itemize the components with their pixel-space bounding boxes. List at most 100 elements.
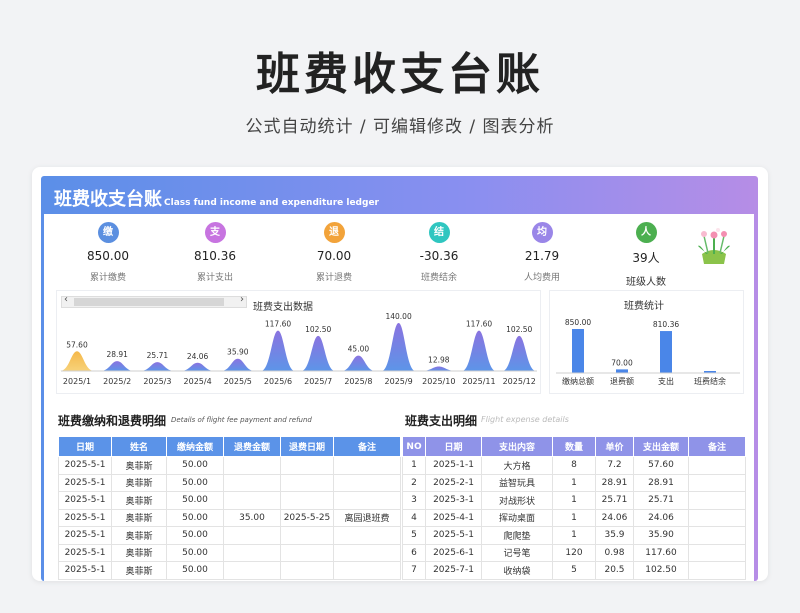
table-cell[interactable] bbox=[223, 526, 281, 545]
table-row[interactable]: 2025-5-1 奥菲斯 50.00 35.00 2025-5-25 离园退班费 bbox=[58, 508, 401, 527]
table-cell[interactable]: 2025-5-1 bbox=[58, 508, 112, 527]
table-cell[interactable] bbox=[223, 456, 281, 475]
table-cell[interactable]: 收纳袋 bbox=[481, 561, 553, 580]
table-row[interactable]: 5 2025-5-1 爬爬垫 1 35.9 35.90 bbox=[402, 526, 746, 545]
table-row[interactable]: 1 2025-1-1 大方格 8 7.2 57.60 bbox=[402, 456, 746, 475]
table-cell[interactable] bbox=[688, 456, 746, 475]
table-cell[interactable]: 2025-5-25 bbox=[280, 508, 334, 527]
table-cell[interactable]: 大方格 bbox=[481, 456, 553, 475]
table-cell[interactable]: 24.06 bbox=[633, 508, 689, 527]
table-cell[interactable] bbox=[223, 543, 281, 562]
column-header[interactable]: 支出内容 bbox=[481, 436, 553, 457]
column-header[interactable]: 备注 bbox=[333, 436, 401, 457]
column-header[interactable]: 缴纳金额 bbox=[166, 436, 224, 457]
column-header[interactable]: 退费日期 bbox=[280, 436, 334, 457]
table-row[interactable]: 2 2025-2-1 益智玩具 1 28.91 28.91 bbox=[402, 473, 746, 492]
table-cell[interactable]: 益智玩具 bbox=[481, 473, 553, 492]
table-cell[interactable]: 2025-1-1 bbox=[425, 456, 482, 475]
table-cell[interactable]: 挥动桌面 bbox=[481, 508, 553, 527]
table-cell[interactable]: 2025-5-1 bbox=[58, 526, 112, 545]
table-cell[interactable] bbox=[333, 456, 401, 475]
table-cell[interactable]: 2025-5-1 bbox=[58, 473, 112, 492]
table-cell[interactable] bbox=[280, 491, 334, 510]
table-cell[interactable]: 1 bbox=[402, 456, 426, 475]
table-cell[interactable]: 离园退班费 bbox=[333, 508, 401, 527]
table-row[interactable]: 7 2025-7-1 收纳袋 5 20.5 102.50 bbox=[402, 561, 746, 580]
column-header[interactable]: 备注 bbox=[688, 436, 746, 457]
table-cell[interactable]: 50.00 bbox=[166, 543, 224, 562]
table-cell[interactable]: 奥菲斯 bbox=[111, 473, 167, 492]
column-header[interactable]: 姓名 bbox=[111, 436, 167, 457]
table-cell[interactable]: 50.00 bbox=[166, 561, 224, 580]
table-cell[interactable]: 35.90 bbox=[633, 526, 689, 545]
table-cell[interactable]: 2025-5-1 bbox=[58, 561, 112, 580]
table-cell[interactable] bbox=[333, 561, 401, 580]
table-row[interactable]: 2025-5-1 奥菲斯 50.00 bbox=[58, 561, 401, 580]
table-cell[interactable]: 2025-2-1 bbox=[425, 473, 482, 492]
table-cell[interactable]: 50.00 bbox=[166, 473, 224, 492]
table-cell[interactable]: 0.98 bbox=[595, 543, 634, 562]
table-row[interactable]: 4 2025-4-1 挥动桌面 1 24.06 24.06 bbox=[402, 508, 746, 527]
table-cell[interactable] bbox=[333, 491, 401, 510]
table-cell[interactable] bbox=[280, 543, 334, 562]
table-row[interactable]: 3 2025-3-1 对战形状 1 25.71 25.71 bbox=[402, 491, 746, 510]
table-row[interactable]: 2025-5-1 奥菲斯 50.00 bbox=[58, 491, 401, 510]
table-row[interactable]: 6 2025-6-1 记号笔 120 0.98 117.60 bbox=[402, 543, 746, 562]
table-cell[interactable] bbox=[333, 473, 401, 492]
table-cell[interactable]: 2025-3-1 bbox=[425, 491, 482, 510]
table-row[interactable]: 2025-5-1 奥菲斯 50.00 bbox=[58, 456, 401, 475]
table-cell[interactable]: 24.06 bbox=[595, 508, 634, 527]
table-cell[interactable]: 7 bbox=[402, 561, 426, 580]
table-cell[interactable]: 5 bbox=[402, 526, 426, 545]
table-cell[interactable]: 28.91 bbox=[633, 473, 689, 492]
table-cell[interactable]: 奥菲斯 bbox=[111, 543, 167, 562]
column-header[interactable]: 日期 bbox=[425, 436, 482, 457]
table-cell[interactable]: 2025-5-1 bbox=[58, 456, 112, 475]
table-cell[interactable]: 奥菲斯 bbox=[111, 491, 167, 510]
table-cell[interactable]: 奥菲斯 bbox=[111, 508, 167, 527]
table-cell[interactable] bbox=[688, 543, 746, 562]
table-cell[interactable]: 25.71 bbox=[595, 491, 634, 510]
table-cell[interactable]: 4 bbox=[402, 508, 426, 527]
table-cell[interactable]: 7.2 bbox=[595, 456, 634, 475]
table-cell[interactable]: 50.00 bbox=[166, 508, 224, 527]
column-header[interactable]: NO bbox=[402, 436, 426, 457]
table-cell[interactable]: 5 bbox=[552, 561, 596, 580]
table-cell[interactable] bbox=[688, 473, 746, 492]
table-cell[interactable]: 25.71 bbox=[633, 491, 689, 510]
table-cell[interactable]: 3 bbox=[402, 491, 426, 510]
column-header[interactable]: 单价 bbox=[595, 436, 634, 457]
table-cell[interactable] bbox=[333, 526, 401, 545]
table-cell[interactable]: 35.9 bbox=[595, 526, 634, 545]
table-cell[interactable]: 6 bbox=[402, 543, 426, 562]
column-header[interactable]: 退费金额 bbox=[223, 436, 281, 457]
table-cell[interactable]: 1 bbox=[552, 526, 596, 545]
table-cell[interactable]: 120 bbox=[552, 543, 596, 562]
table-cell[interactable]: 爬爬垫 bbox=[481, 526, 553, 545]
table-cell[interactable]: 2 bbox=[402, 473, 426, 492]
table-cell[interactable]: 102.50 bbox=[633, 561, 689, 580]
table-cell[interactable]: 50.00 bbox=[166, 456, 224, 475]
table-cell[interactable] bbox=[280, 456, 334, 475]
table-cell[interactable]: 2025-4-1 bbox=[425, 508, 482, 527]
table-row[interactable]: 2025-5-1 奥菲斯 50.00 bbox=[58, 543, 401, 562]
table-cell[interactable]: 8 bbox=[552, 456, 596, 475]
table-cell[interactable]: 50.00 bbox=[166, 491, 224, 510]
table-row[interactable]: 2025-5-1 奥菲斯 50.00 bbox=[58, 526, 401, 545]
table-cell[interactable] bbox=[280, 526, 334, 545]
table-cell[interactable] bbox=[688, 526, 746, 545]
table-cell[interactable]: 2025-6-1 bbox=[425, 543, 482, 562]
column-header[interactable]: 支出金额 bbox=[633, 436, 689, 457]
table-row[interactable]: 2025-5-1 奥菲斯 50.00 bbox=[58, 473, 401, 492]
table-cell[interactable] bbox=[223, 491, 281, 510]
table-cell[interactable]: 1 bbox=[552, 491, 596, 510]
column-header[interactable]: 日期 bbox=[58, 436, 112, 457]
table-cell[interactable]: 2025-7-1 bbox=[425, 561, 482, 580]
table-cell[interactable]: 1 bbox=[552, 508, 596, 527]
table-cell[interactable] bbox=[688, 508, 746, 527]
table-cell[interactable] bbox=[688, 561, 746, 580]
table-cell[interactable]: 2025-5-1 bbox=[58, 543, 112, 562]
table-cell[interactable]: 1 bbox=[552, 473, 596, 492]
table-cell[interactable]: 对战形状 bbox=[481, 491, 553, 510]
table-cell[interactable]: 35.00 bbox=[223, 508, 281, 527]
